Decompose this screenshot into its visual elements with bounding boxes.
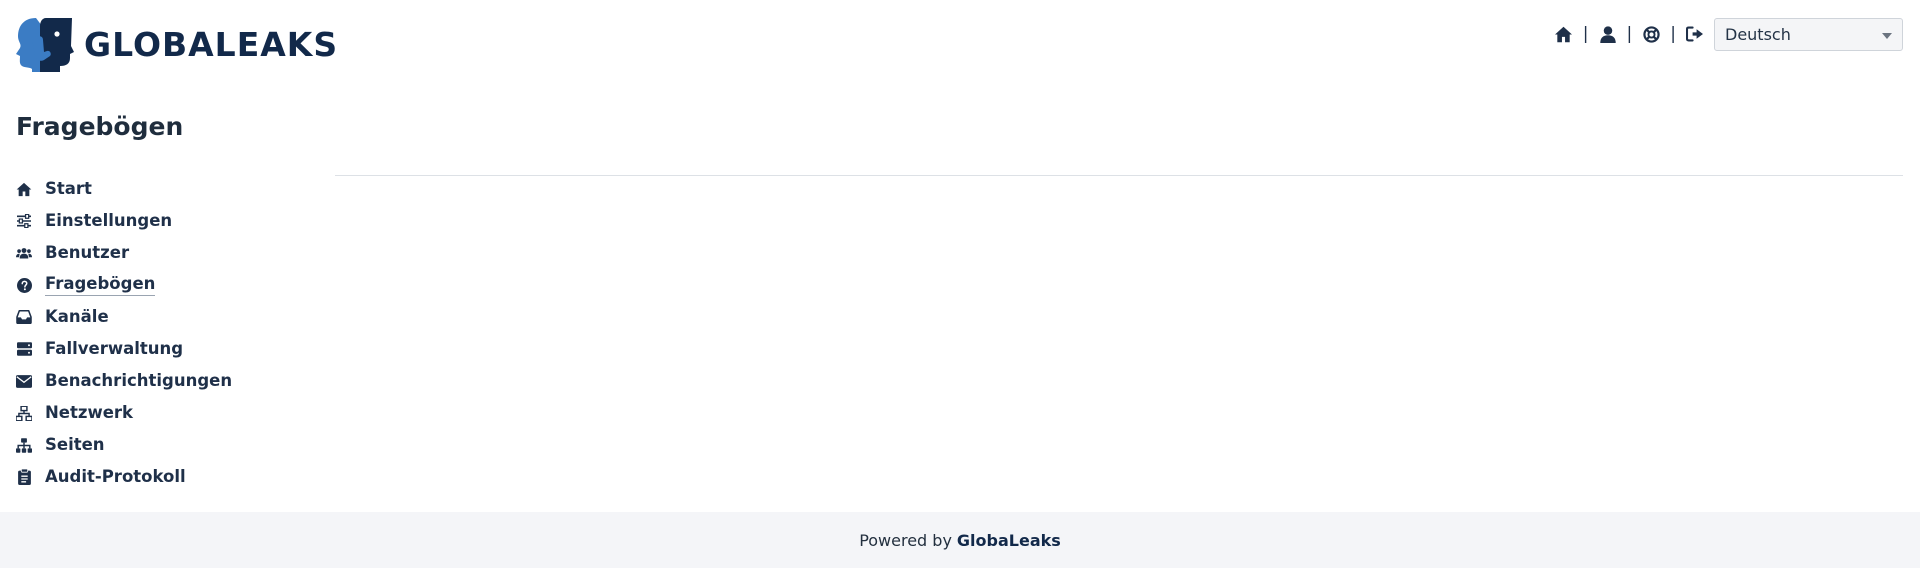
page: GLOBALEAKS | | | Deutsch Fragebögen Star… xyxy=(0,0,1920,568)
sidebar-item-frageboegen[interactable]: Fragebögen xyxy=(16,269,316,301)
footer-powered-by: Powered by xyxy=(859,530,952,550)
sidebar-item-label: Audit-Protokoll xyxy=(45,467,186,486)
home-icon xyxy=(16,181,32,197)
question-circle-icon xyxy=(16,277,32,293)
sidebar-item-label: Fragebögen xyxy=(45,274,156,296)
sidebar-item-einstellungen[interactable]: Einstellungen xyxy=(16,205,316,237)
sidebar-item-audit-protokoll[interactable]: Audit-Protokoll xyxy=(16,461,316,493)
sidebar-item-benachrichtigungen[interactable]: Benachrichtigungen xyxy=(16,365,316,397)
sidebar-item-label: Netzwerk xyxy=(45,403,134,422)
header: GLOBALEAKS | | | Deutsch xyxy=(0,0,1920,90)
users-icon xyxy=(16,245,32,261)
inbox-icon xyxy=(16,309,32,325)
lifebuoy-icon[interactable] xyxy=(1641,24,1661,44)
clipboard-icon xyxy=(16,469,32,485)
server-icon xyxy=(16,341,32,357)
footer: Powered by GlobaLeaks xyxy=(0,512,1920,568)
sidebar-item-label: Benachrichtigungen xyxy=(45,371,233,390)
sidebar-item-label: Fallverwaltung xyxy=(45,339,184,358)
sitemap-icon xyxy=(16,437,32,453)
content-divider xyxy=(335,175,1903,176)
sliders-icon xyxy=(16,213,32,229)
footer-brand-link[interactable]: GlobaLeaks xyxy=(957,531,1061,550)
language-select-value: Deutsch xyxy=(1725,25,1791,44)
sidebar-item-label: Start xyxy=(45,179,92,198)
user-icon[interactable] xyxy=(1598,24,1618,44)
sidebar-item-label: Kanäle xyxy=(45,307,109,326)
logo-link[interactable]: GLOBALEAKS xyxy=(16,16,338,72)
top-nav: | | | xyxy=(1554,24,1705,44)
home-icon[interactable] xyxy=(1554,24,1574,44)
sidebar-item-seiten[interactable]: Seiten xyxy=(16,429,316,461)
nav-separator: | xyxy=(1626,24,1633,44)
nav-separator: | xyxy=(1582,24,1589,44)
sidebar-item-benutzer[interactable]: Benutzer xyxy=(16,237,316,269)
network-icon xyxy=(16,405,32,421)
sidebar-item-kanaele[interactable]: Kanäle xyxy=(16,301,316,333)
logo-icon xyxy=(16,18,74,72)
logo-text: GLOBALEAKS xyxy=(84,24,339,64)
language-select[interactable]: Deutsch xyxy=(1714,18,1903,51)
sidebar-item-label: Seiten xyxy=(45,435,105,454)
caret-down-icon xyxy=(1882,33,1892,39)
sidebar-item-label: Benutzer xyxy=(45,243,130,262)
logout-icon[interactable] xyxy=(1685,24,1705,44)
sidebar: Start Einstellungen Benutzer Fragebögen … xyxy=(16,173,316,493)
sidebar-item-label: Einstellungen xyxy=(45,211,173,230)
page-title: Fragebögen xyxy=(16,112,184,141)
nav-separator: | xyxy=(1670,24,1676,44)
envelope-icon xyxy=(16,373,32,389)
sidebar-item-netzwerk[interactable]: Netzwerk xyxy=(16,397,316,429)
sidebar-item-start[interactable]: Start xyxy=(16,173,316,205)
sidebar-item-fallverwaltung[interactable]: Fallverwaltung xyxy=(16,333,316,365)
